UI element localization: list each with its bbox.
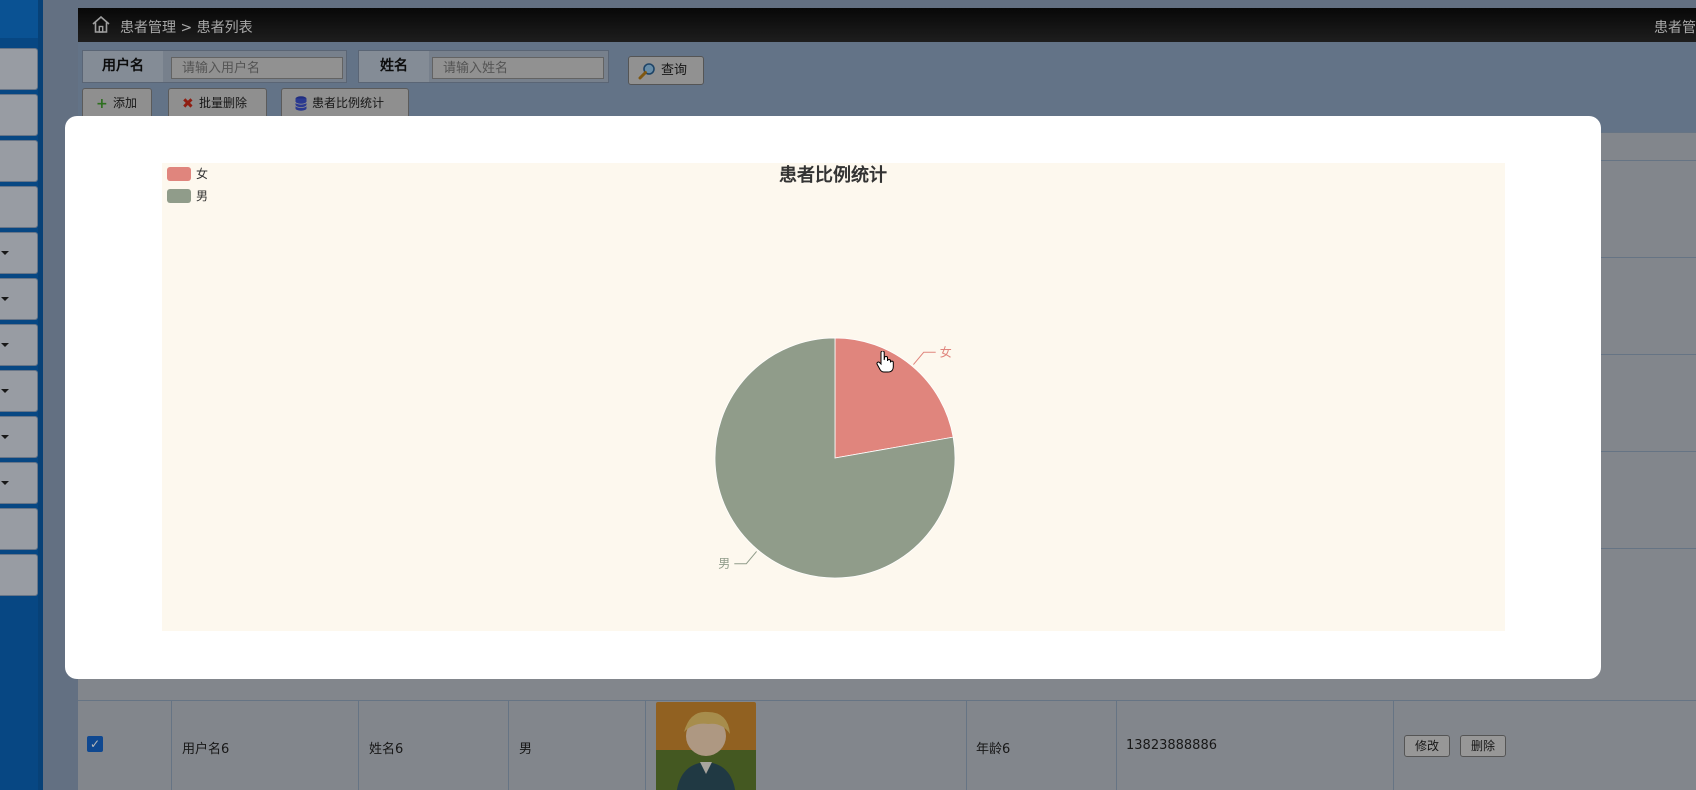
- chart-title: 患者比例统计: [779, 164, 887, 185]
- legend-swatch[interactable]: [167, 189, 191, 203]
- pie-label-line: [913, 351, 936, 365]
- chart-panel: 患者比例统计 女男 女男: [162, 163, 1505, 631]
- chart-legend: 女男: [167, 166, 208, 203]
- legend-label[interactable]: 女: [196, 166, 208, 181]
- pie-chart: 患者比例统计 女男 女男: [167, 164, 956, 579]
- pie-slices: [714, 337, 956, 579]
- legend-swatch[interactable]: [167, 167, 191, 181]
- legend-label[interactable]: 男: [196, 189, 208, 203]
- pie-slice-label: 女: [940, 344, 952, 359]
- hand-cursor-icon: [876, 351, 894, 373]
- stats-modal: 患者比例统计 女男 女男: [65, 116, 1601, 679]
- pie-slice-label: 男: [718, 557, 730, 571]
- pie-label-line: [734, 551, 757, 565]
